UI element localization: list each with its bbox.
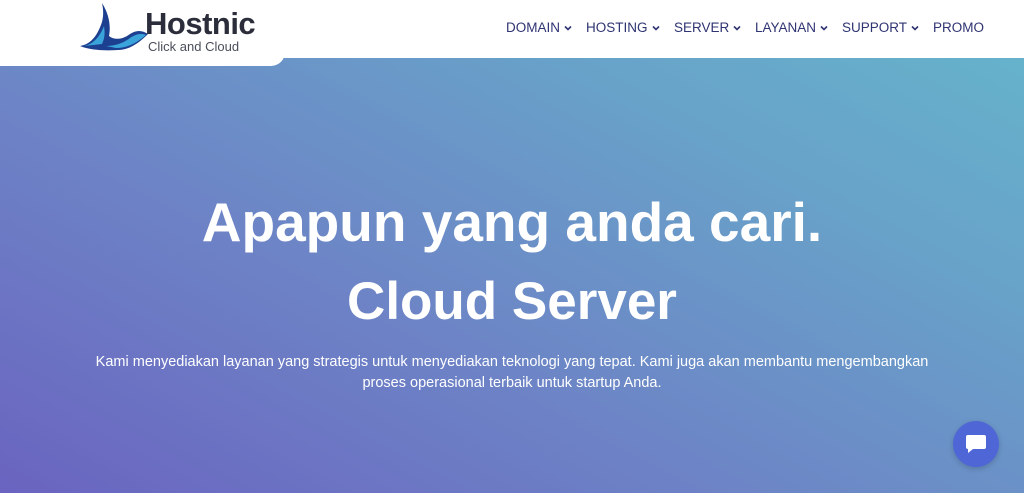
hero-title: Apapun yang anda cari. [201, 191, 823, 253]
chevron-down-icon [733, 25, 741, 31]
nav-label: SUPPORT [842, 20, 908, 35]
nav-item-promo[interactable]: PROMO [933, 20, 984, 35]
nav-item-support[interactable]: SUPPORT [842, 20, 919, 35]
hero-subtitle: Cloud Server [347, 272, 677, 331]
site-header: Hostnic Click and Cloud DOMAIN HOSTING S… [0, 0, 1024, 58]
site-logo[interactable]: Hostnic Click and Cloud [78, 2, 278, 58]
nav-item-server[interactable]: SERVER [674, 20, 741, 35]
chevron-down-icon [820, 25, 828, 31]
nav-label: PROMO [933, 20, 985, 35]
nav-label: HOSTING [586, 20, 648, 35]
chat-bubble-icon [966, 435, 986, 453]
logo-name: Hostnic [145, 6, 256, 41]
nav-label: DOMAIN [506, 20, 560, 35]
hero-description: Kami menyediakan layanan yang strategis … [95, 354, 929, 391]
nav-label: SERVER [674, 20, 730, 35]
nav-label: LAYANAN [755, 20, 817, 35]
nav-item-hosting[interactable]: HOSTING [586, 20, 660, 35]
wave-logo-icon [80, 3, 148, 51]
header-logo-tab [0, 52, 285, 66]
chevron-down-icon [911, 25, 919, 31]
chevron-down-icon [651, 25, 660, 31]
nav-item-domain[interactable]: DOMAIN [506, 20, 572, 35]
chevron-down-icon [564, 25, 572, 31]
chat-button[interactable] [953, 421, 999, 467]
nav-item-layanan[interactable]: LAYANAN [755, 20, 828, 35]
